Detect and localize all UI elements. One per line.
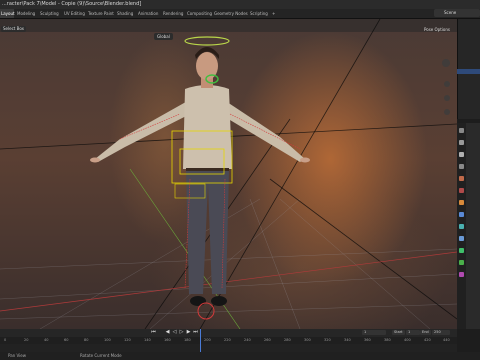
timeline-ruler[interactable]: 0 20 40 60 80 100 120 140 160 180 200 22… xyxy=(0,337,457,344)
jump-end-icon[interactable]: ⏭ xyxy=(193,330,198,335)
tab-texture-paint[interactable]: Texture Paint xyxy=(88,9,114,18)
constraints-tab-icon[interactable] xyxy=(459,236,464,241)
tool-tab-icon[interactable] xyxy=(459,128,464,133)
ruler-tick: 420 xyxy=(424,338,431,342)
ruler-tick: 140 xyxy=(144,338,151,342)
ruler-tick: 20 xyxy=(24,338,29,342)
ruler-tick: 0 xyxy=(4,338,7,342)
playhead[interactable] xyxy=(200,329,201,352)
start-label: Start xyxy=(392,330,405,335)
tab-scripting[interactable]: Scripting xyxy=(250,9,268,18)
timeline-header xyxy=(0,329,457,337)
tab-layout[interactable]: Layout xyxy=(0,9,15,18)
ruler-tick: 320 xyxy=(324,338,331,342)
add-workspace-button[interactable]: + xyxy=(272,9,275,18)
end-label: End xyxy=(420,330,431,335)
view-layer-tab-icon[interactable] xyxy=(459,164,464,169)
pan-icon[interactable] xyxy=(444,95,450,101)
ruler-tick: 280 xyxy=(284,338,291,342)
bone-tab-icon[interactable] xyxy=(459,260,464,265)
end-frame-field[interactable]: 250 xyxy=(432,330,450,335)
scene-drawing xyxy=(0,19,457,329)
character-model xyxy=(90,47,310,306)
status-rotate-mode: Rotate Current Mode xyxy=(80,353,122,358)
ruler-tick: 40 xyxy=(44,338,49,342)
world-tab-icon[interactable] xyxy=(459,188,464,193)
timeline-body[interactable] xyxy=(0,344,457,352)
ruler-tick: 400 xyxy=(404,338,411,342)
data-tab-icon[interactable] xyxy=(459,248,464,253)
ruler-tick: 120 xyxy=(124,338,131,342)
workspace-tabs: Layout Modeling Sculpting UV Editing Tex… xyxy=(0,9,480,19)
tab-modeling[interactable]: Modeling xyxy=(17,9,35,18)
ruler-tick: 360 xyxy=(364,338,371,342)
scene-selector[interactable]: Scene xyxy=(434,9,480,17)
tab-rendering[interactable]: Rendering xyxy=(163,9,183,18)
floor-grid xyxy=(0,198,457,329)
physics-tab-icon[interactable] xyxy=(459,224,464,229)
zoom-icon[interactable] xyxy=(444,81,450,87)
tab-compositing[interactable]: Compositing xyxy=(187,9,212,18)
ruler-tick: 380 xyxy=(384,338,391,342)
select-box-dropdown[interactable]: Select Box xyxy=(1,26,27,32)
ruler-tick: 220 xyxy=(224,338,231,342)
ruler-tick: 160 xyxy=(164,338,171,342)
tab-uv-editing[interactable]: UV Editing xyxy=(64,9,85,18)
ruler-tick: 440 xyxy=(443,338,450,342)
play-icon[interactable]: ▷ xyxy=(179,330,184,335)
ruler-tick: 200 xyxy=(204,338,211,342)
navigation-gizmo-icon[interactable] xyxy=(442,59,450,67)
scene-label: Scene xyxy=(444,10,457,15)
prev-keyframe-icon[interactable]: ◀ xyxy=(165,330,170,335)
start-frame-field[interactable]: 1 xyxy=(406,330,420,335)
tab-sculpting[interactable]: Sculpting xyxy=(40,9,59,18)
ruler-tick: 240 xyxy=(244,338,251,342)
root-control-bone xyxy=(197,302,215,320)
status-bar xyxy=(0,352,480,360)
current-frame-field[interactable]: 1 xyxy=(362,330,386,335)
head-control-bone xyxy=(184,36,230,46)
ruler-tick: 60 xyxy=(64,338,69,342)
status-pan-view: Pan View xyxy=(8,353,26,358)
window-title: ...racter\Pack 7\Model - Copie (9)\Sourc… xyxy=(2,1,142,7)
outliner-selected-row[interactable] xyxy=(457,69,480,74)
transform-orientation-dropdown[interactable]: Global xyxy=(154,33,173,40)
ruler-tick: 300 xyxy=(304,338,311,342)
object-tab-icon[interactable] xyxy=(459,200,464,205)
next-keyframe-icon[interactable]: ▶ xyxy=(186,330,191,335)
pose-options-dropdown[interactable]: Pose Options xyxy=(424,27,450,33)
ruler-tick: 340 xyxy=(344,338,351,342)
ruler-tick: 100 xyxy=(104,338,111,342)
render-tab-icon[interactable] xyxy=(459,140,464,145)
tab-geometry-nodes[interactable]: Geometry Nodes xyxy=(214,9,248,18)
output-tab-icon[interactable] xyxy=(459,152,464,157)
3d-viewport[interactable]: Global xyxy=(0,19,457,329)
play-reverse-icon[interactable]: ◁ xyxy=(172,330,177,335)
jump-start-icon[interactable]: ⏮ xyxy=(151,330,156,335)
modifier-tab-icon[interactable] xyxy=(459,212,464,217)
ruler-tick: 80 xyxy=(84,338,89,342)
tab-animation[interactable]: Animation xyxy=(138,9,158,18)
camera-view-icon[interactable] xyxy=(444,109,450,115)
tab-shading[interactable]: Shading xyxy=(117,9,133,18)
scene-tab-icon[interactable] xyxy=(459,176,464,181)
material-tab-icon[interactable] xyxy=(459,272,464,277)
ruler-tick: 260 xyxy=(264,338,271,342)
ruler-tick: 180 xyxy=(184,338,191,342)
